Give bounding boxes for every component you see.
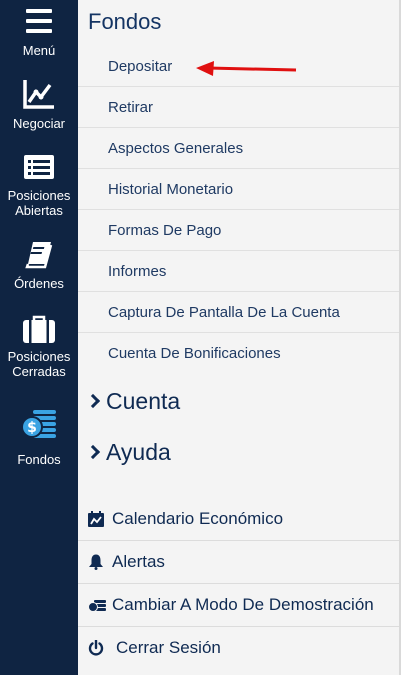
submenu-item-informes[interactable]: Informes: [78, 251, 399, 292]
cerrar-sesion-item[interactable]: Cerrar Sesión: [78, 627, 399, 670]
chart-line-icon: [23, 80, 54, 109]
rail-item-negociar[interactable]: Negociar: [0, 79, 78, 131]
list-icon: [24, 155, 54, 179]
modo-demostracion-label: Cambiar A Modo De Demostración: [112, 595, 374, 614]
book-icon: [25, 242, 53, 269]
coins-icon: $: [21, 410, 56, 438]
briefcase-icon: [23, 315, 55, 343]
menu-panel: Fondos Depositar Retirar Aspectos Genera…: [78, 0, 401, 675]
side-rail: Menú Negociar Posiciones Abiertas Órdene…: [0, 0, 78, 675]
chevron-right-icon: [85, 444, 101, 460]
calendar-icon: [88, 511, 104, 527]
fondos-submenu: Depositar Retirar Aspectos Generales His…: [78, 46, 399, 374]
section-ayuda[interactable]: Ayuda: [85, 439, 171, 466]
rail-label-posiciones-abiertas: Posiciones Abiertas: [7, 188, 71, 218]
calendario-economico-label: Calendario Económico: [112, 509, 284, 528]
calendario-economico-item[interactable]: Calendario Económico: [78, 498, 399, 541]
submenu-item-cuenta-de-bonificaciones[interactable]: Cuenta De Bonificaciones: [78, 333, 399, 374]
money-icon: [88, 600, 106, 612]
bell-icon: [89, 554, 103, 570]
rail-item-menu[interactable]: Menú: [0, 9, 78, 58]
alertas-label: Alertas: [112, 552, 165, 571]
rail-item-ordenes[interactable]: Órdenes: [0, 241, 78, 291]
panel-title: Fondos: [88, 9, 162, 34]
submenu-item-historial-monetario[interactable]: Historial Monetario: [78, 169, 399, 210]
rail-item-posiciones-cerradas[interactable]: Posiciones Cerradas: [0, 315, 78, 379]
cerrar-sesion-label: Cerrar Sesión: [116, 638, 221, 657]
rail-label-fondos: Fondos: [17, 452, 61, 467]
alertas-item[interactable]: Alertas: [78, 541, 399, 584]
svg-text:$: $: [27, 420, 37, 436]
rail-label-negociar: Negociar: [12, 116, 66, 131]
annotation-arrow: [196, 61, 297, 76]
rail-label-posiciones-cerradas: Posiciones Cerradas: [7, 349, 71, 379]
submenu-item-aspectos-generales[interactable]: Aspectos Generales: [78, 128, 399, 169]
rail-label-ordenes: Órdenes: [14, 276, 64, 291]
rail-item-posiciones-abiertas[interactable]: Posiciones Abiertas: [0, 155, 78, 218]
submenu-item-formas-de-pago[interactable]: Formas De Pago: [78, 210, 399, 251]
chevron-right-icon: [85, 393, 101, 409]
submenu-item-captura-de-pantalla[interactable]: Captura De Pantalla De La Cuenta: [78, 292, 399, 333]
hamburger-icon: [26, 9, 52, 33]
submenu-item-retirar[interactable]: Retirar: [78, 87, 399, 128]
power-icon: [88, 640, 104, 656]
section-cuenta[interactable]: Cuenta: [85, 388, 181, 415]
section-label-ayuda: Ayuda: [106, 439, 171, 465]
rail-item-fondos[interactable]: $ Fondos: [0, 409, 78, 467]
rail-label-menu: Menú: [22, 43, 56, 58]
section-label-cuenta: Cuenta: [106, 388, 181, 414]
modo-demostracion-item[interactable]: Cambiar A Modo De Demostración: [78, 584, 399, 627]
